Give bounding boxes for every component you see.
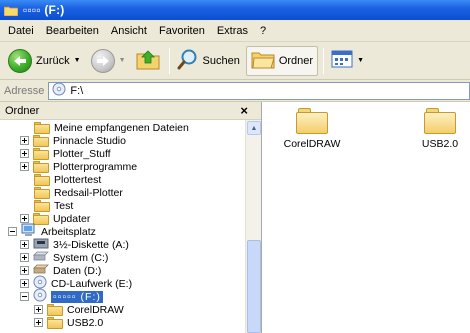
tree-item[interactable]: Test [34, 199, 73, 212]
expand-icon[interactable] [20, 240, 29, 249]
menu-favoriten[interactable]: Favoriten [153, 25, 211, 37]
tree-item-label: Meine empfangenen Dateien [54, 121, 189, 134]
address-value: F:\ [70, 84, 84, 97]
menu-bearbeiten[interactable]: Bearbeiten [40, 25, 105, 37]
folder-item-label: CorelDRAW [283, 138, 341, 150]
expand-icon[interactable] [34, 318, 43, 327]
back-arrow-icon [8, 48, 32, 73]
folder-icon [296, 108, 328, 134]
folders-button[interactable]: Ordner [245, 45, 319, 76]
folder-item[interactable]: CorelDRAW [282, 108, 342, 150]
tree-item-label: Daten (D:) [53, 264, 102, 277]
folder-icon [34, 173, 50, 186]
folder-pane-scrollbar[interactable]: ▲ [245, 120, 261, 333]
folder-icon [47, 303, 63, 316]
folder-icon [34, 121, 50, 134]
collapse-icon[interactable] [8, 227, 17, 236]
tree-item-label: System (C:) [53, 251, 109, 264]
tree-item-label: 3½-Diskette (A:) [53, 238, 129, 251]
back-dropdown-icon[interactable]: ▼ [74, 57, 81, 64]
menu-bar: Datei Bearbeiten Ansicht Favoriten Extra… [0, 20, 470, 42]
tree-item[interactable]: Plotterprogramme [20, 160, 137, 173]
tree-item-my-computer[interactable]: Arbeitsplatz [8, 223, 96, 238]
folder-item-label: USB2.0 [421, 138, 459, 150]
tree-item-label: Arbeitsplatz [41, 225, 96, 238]
tree-item[interactable]: Pinnacle Studio [20, 134, 126, 147]
tree-item[interactable]: Plottertest [34, 173, 101, 186]
file-list: CorelDRAW USB2.0 [262, 102, 470, 333]
back-label: Zurück [36, 54, 70, 67]
search-button[interactable]: Suchen [173, 46, 244, 76]
folder-pane-header: Ordner × [0, 102, 261, 120]
address-bar: Adresse F:\ [0, 80, 470, 102]
tree-item-label: Plotterprogramme [53, 160, 138, 173]
expand-icon[interactable] [20, 266, 29, 275]
menu-extras[interactable]: Extras [211, 25, 254, 37]
forward-arrow-icon [90, 48, 115, 73]
title-bar[interactable]: ▫▫▫▫ (F:) [0, 0, 470, 20]
folder-tree: Meine empfangenen Dateien Pinnacle Studi… [0, 120, 246, 333]
cd-drive-icon [52, 82, 66, 99]
window-title: ▫▫▫▫ (F:) [23, 3, 65, 17]
address-label: Adresse [4, 84, 45, 97]
views-dropdown-icon[interactable]: ▼ [357, 57, 364, 64]
folder-icon [3, 5, 19, 16]
forward-button[interactable]: ▼ [87, 46, 130, 76]
tree-item[interactable]: CorelDRAW [34, 303, 124, 316]
tree-item-label: Plottertest [54, 173, 102, 186]
search-icon [177, 48, 199, 73]
expand-icon[interactable] [20, 214, 29, 223]
tree-item[interactable]: Plotter_Stuff [20, 147, 111, 160]
folder-item[interactable]: USB2.0 [410, 108, 470, 150]
expand-icon[interactable] [34, 305, 43, 314]
views-icon [331, 50, 353, 71]
scrollbar-thumb[interactable] [247, 240, 261, 333]
collapse-icon[interactable] [20, 292, 29, 301]
tree-item-label: Test [54, 199, 74, 212]
toolbar-separator [323, 47, 325, 74]
expand-icon[interactable] [20, 253, 29, 262]
menu-datei[interactable]: Datei [2, 25, 40, 37]
folder-icon [47, 316, 63, 329]
folder-icon [33, 134, 49, 147]
tree-item-label: CD-Laufwerk (E:) [51, 277, 133, 290]
tree-item-label: Pinnacle Studio [53, 134, 126, 147]
expand-icon[interactable] [20, 149, 29, 158]
tree-item[interactable]: Meine empfangenen Dateien [34, 121, 189, 134]
expand-icon[interactable] [20, 136, 29, 145]
tree-item-selected[interactable]: ▫▫▫▫▫ (F:) [20, 288, 103, 303]
folder-icon [424, 108, 456, 134]
tree-item[interactable]: Redsail-Plotter [34, 186, 123, 199]
tree-item-label: Redsail-Plotter [54, 186, 123, 199]
folders-icon [251, 49, 275, 72]
expand-icon[interactable] [20, 279, 29, 288]
menu-ansicht[interactable]: Ansicht [105, 25, 153, 37]
folder-up-icon [136, 48, 160, 73]
search-label: Suchen [202, 54, 240, 67]
folder-pane-title: Ordner [5, 104, 40, 117]
folder-icon [34, 199, 50, 212]
views-button[interactable]: ▼ [327, 46, 368, 76]
folder-pane: Ordner × Meine empfangenen Dateien Pinna… [0, 102, 262, 333]
tree-item-label: ▫▫▫▫▫ (F:) [51, 290, 103, 303]
tree-item[interactable]: USB2.0 [34, 316, 103, 329]
address-field[interactable]: F:\ [48, 81, 470, 100]
toolbar-separator [168, 47, 170, 74]
expand-icon[interactable] [20, 162, 29, 171]
tree-item-label: Updater [53, 212, 91, 225]
toolbar: Zurück ▼ ▼ Suchen Ordner ▼ [0, 42, 470, 80]
forward-dropdown-icon[interactable]: ▼ [119, 57, 126, 64]
tree-item-label: CorelDRAW [67, 303, 124, 316]
folders-label: Ordner [278, 54, 314, 67]
folder-icon [33, 147, 49, 160]
close-icon[interactable]: × [240, 103, 248, 118]
tree-item-label: Plotter_Stuff [53, 147, 111, 160]
scroll-up-icon[interactable]: ▲ [247, 121, 261, 135]
back-button[interactable]: Zurück ▼ [4, 46, 85, 76]
folder-icon [33, 160, 49, 173]
menu-help[interactable]: ? [254, 25, 272, 37]
folder-icon [34, 186, 50, 199]
tree-item-label: USB2.0 [67, 316, 104, 329]
up-button[interactable] [132, 46, 164, 76]
